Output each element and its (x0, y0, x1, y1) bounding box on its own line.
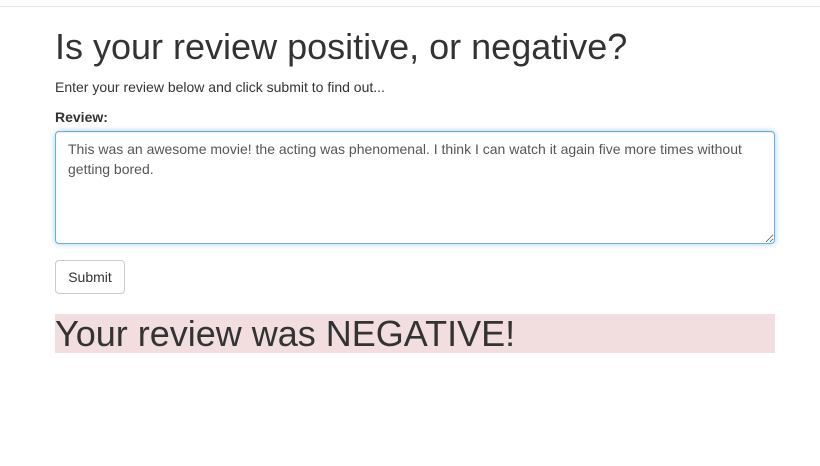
review-label: Review: (55, 109, 108, 125)
submit-button[interactable]: Submit (55, 260, 125, 294)
intro-text: Enter your review below and click submit… (55, 79, 385, 95)
review-textarea[interactable]: This was an awesome movie! the acting wa… (55, 131, 775, 244)
result-banner: Your review was NEGATIVE! (55, 314, 775, 353)
page-title: Is your review positive, or negative? (55, 26, 628, 67)
top-divider (0, 6, 820, 7)
